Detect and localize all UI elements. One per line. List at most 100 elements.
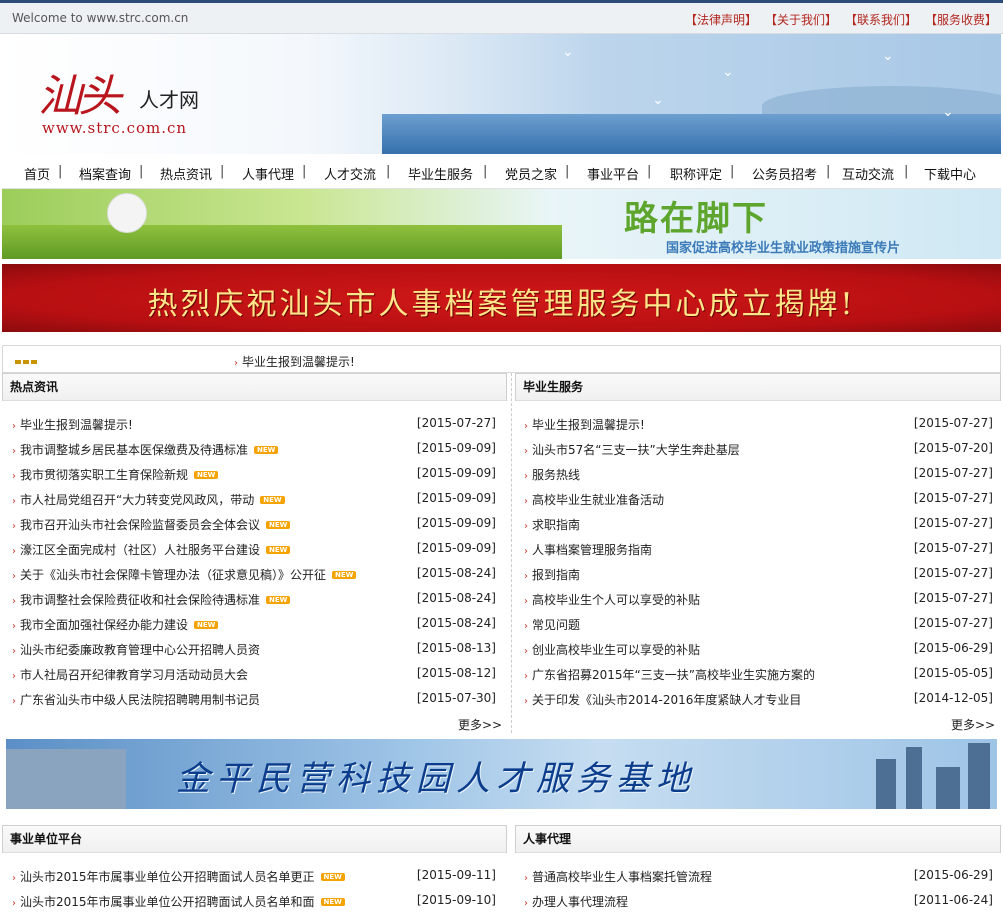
nav-hot-news[interactable]: 热点资讯 xyxy=(160,164,212,183)
policy-promo-banner[interactable]: 路在脚下 国家促进高校毕业生就业政策措施宣传片 xyxy=(2,189,1001,259)
list-item-link[interactable]: › 高校毕业生个人可以享受的补贴 xyxy=(524,591,700,608)
list-item: › 我市贯彻落实职工生育保险新规 NEW [2015-09-09] xyxy=(2,466,502,491)
nav-title-evaluation[interactable]: 职称评定 xyxy=(670,164,722,183)
list-item-link[interactable]: › 汕头市纪委廉政教育管理中心公开招聘人员资 xyxy=(12,641,260,658)
nav-separator: | xyxy=(220,164,225,179)
list-item-date: [2015-05-05] xyxy=(913,666,993,680)
site-header-banner: ⌄ ⌄ ⌄ ⌄ ⌄ 汕头 人才网 www.strc.com.cn xyxy=(2,34,1001,154)
hot-news-title: 热点资讯 xyxy=(3,374,506,401)
list-item: › 汕头市2015年市属事业单位公开招聘面试人员名单更正 NEW [2015-09-1… xyxy=(2,868,502,893)
list-item-title: 服务热线 xyxy=(532,468,581,482)
list-item-link[interactable]: › 汕头市57名“三支一扶”大学生奔赴基层 xyxy=(524,441,740,458)
list-item-link[interactable]: › 高校毕业生就业准备活动 xyxy=(524,491,664,508)
gull-icon: ⌄ xyxy=(882,48,894,64)
contact-link[interactable]: 【联系我们】 xyxy=(845,11,917,28)
list-item-link[interactable]: › 毕业生报到温馨提示! xyxy=(524,416,645,433)
nav-civil-service[interactable]: 公务员招考 xyxy=(752,164,817,183)
list-item-title: 我市召开汕头市社会保险监督委员会全体会议 xyxy=(20,518,261,532)
notice-link[interactable]: › 毕业生报到温馨提示! xyxy=(234,353,355,370)
list-item-title: 关于印发《汕头市2014-2016年度紧缺人才专业目 xyxy=(532,693,802,707)
nav-separator: | xyxy=(483,164,488,179)
tech-park-banner[interactable]: 金平民营科技园人才服务基地 xyxy=(6,739,997,809)
gull-icon: ⌄ xyxy=(722,64,734,80)
list-item-date: [2015-09-09] xyxy=(416,466,496,480)
about-link[interactable]: 【关于我们】 xyxy=(765,11,837,28)
arrow-icon: › xyxy=(12,471,16,482)
nav-downloads[interactable]: 下载中心 xyxy=(924,164,976,183)
nav-hr-agency[interactable]: 人事代理 xyxy=(242,164,294,183)
nav-career-platform[interactable]: 事业平台 xyxy=(587,164,639,183)
list-item-link[interactable]: › 广东省汕头市中级人民法院招聘聘用制书记员 xyxy=(12,691,260,708)
list-item-link[interactable]: › 汕头市2015年市属事业单位公开招聘面试人员名单和面 NEW xyxy=(12,893,345,910)
list-item-link[interactable]: › 关于印发《汕头市2014-2016年度紧缺人才专业目 xyxy=(524,691,801,708)
list-item-link[interactable]: › 我市调整社会保险费征收和社会保险待遇标准 NEW xyxy=(12,591,291,608)
graduate-more[interactable]: 更多>> xyxy=(951,716,995,733)
list-item-title: 汕头市纪委廉政教育管理中心公开招聘人员资 xyxy=(20,643,261,657)
nav-separator: | xyxy=(386,164,391,179)
list-item: › 市人社局党组召开“大力转变党风政风，带动 NEW [2015-09-09] xyxy=(2,491,502,516)
list-item-link[interactable]: › 我市召开汕头市社会保险监督委员会全体会议 NEW xyxy=(12,516,291,533)
tech-park-text: 金平民营科技园人才服务基地 xyxy=(176,759,696,799)
arrow-icon: › xyxy=(524,471,528,482)
list-item: › 普通高校毕业生人事档案托管流程 [2015-06-29] xyxy=(514,868,999,893)
list-item: › 关于《汕头市社会保障卡管理办法（征求意见稿）》公开征 NEW [2015-08-2… xyxy=(2,566,502,591)
list-item-title: 关于《汕头市社会保障卡管理办法（征求意见稿）》公开征 xyxy=(20,568,327,582)
list-item-link[interactable]: › 汕头市2015年市属事业单位公开招聘面试人员名单更正 NEW xyxy=(12,868,345,885)
welcome-text: Welcome to www.strc.com.cn xyxy=(12,11,189,25)
fees-link[interactable]: 【服务收费】 xyxy=(925,11,997,28)
list-item: › 高校毕业生就业准备活动 [2015-07-27] xyxy=(514,491,999,516)
arrow-icon: › xyxy=(524,421,528,432)
hot-news-more[interactable]: 更多>> xyxy=(458,716,502,733)
gull-icon: ⌄ xyxy=(942,104,954,120)
list-item-link[interactable]: › 服务热线 xyxy=(524,466,580,483)
list-item-link[interactable]: › 求职指南 xyxy=(524,516,580,533)
list-item-link[interactable]: › 报到指南 xyxy=(524,566,580,583)
column-divider xyxy=(511,373,513,733)
list-item-link[interactable]: › 毕业生报到温馨提示! xyxy=(12,416,133,433)
nav-interaction[interactable]: 互动交流 xyxy=(842,164,894,183)
arrow-icon: › xyxy=(12,621,16,632)
list-item-link[interactable]: › 市人社局党组召开“大力转变党风政风，带动 NEW xyxy=(12,491,285,508)
nav-home[interactable]: 首页 xyxy=(24,164,50,183)
list-item: › 濠江区全面完成村（社区）人社服务平台建设 NEW [2015-09-09] xyxy=(2,541,502,566)
arrow-icon: › xyxy=(524,596,528,607)
top-links: 【法律声明】 【关于我们】 【联系我们】 【服务收费】 xyxy=(685,11,997,28)
nav-archive-query[interactable]: 档案查询 xyxy=(79,164,131,183)
site-url: www.strc.com.cn xyxy=(42,119,188,137)
list-item: › 办理人事代理流程 [2011-06-24] xyxy=(514,893,999,918)
list-item-link[interactable]: › 我市调整城乡居民基本医保缴费及待遇标准 NEW xyxy=(12,441,279,458)
nav-separator: | xyxy=(647,164,652,179)
list-item-link[interactable]: › 普通高校毕业生人事档案托管流程 xyxy=(524,868,712,885)
nav-party-home[interactable]: 党员之家 xyxy=(505,164,557,183)
list-item-link[interactable]: › 创业高校毕业生可以享受的补贴 xyxy=(524,641,700,658)
list-item-link[interactable]: › 常见问题 xyxy=(524,616,580,633)
arrow-icon: › xyxy=(524,696,528,707)
building-shape xyxy=(876,759,896,809)
celebration-text: 热烈庆祝汕头市人事档案管理服务中心成立揭牌! xyxy=(147,287,856,322)
list-item-link[interactable]: › 我市贯彻落实职工生育保险新规 NEW xyxy=(12,466,219,483)
arrow-icon: › xyxy=(12,496,16,507)
site-logo[interactable]: 汕头 xyxy=(38,60,122,124)
list-item-link[interactable]: › 办理人事代理流程 xyxy=(524,893,628,910)
nav-talent-exchange[interactable]: 人才交流 xyxy=(324,164,376,183)
list-item: › 毕业生报到温馨提示! [2015-07-27] xyxy=(514,416,999,441)
list-item-date: [2015-09-09] xyxy=(416,516,496,530)
list-item-link[interactable]: › 人事档案管理服务指南 xyxy=(524,541,652,558)
notice-bar: › 毕业生报到温馨提示! xyxy=(2,345,1001,373)
list-item-link[interactable]: › 关于《汕头市社会保障卡管理办法（征求意见稿）》公开征 NEW xyxy=(12,566,357,583)
arrow-icon: › xyxy=(12,696,16,707)
site-logo-subtitle: 人才网 xyxy=(139,88,199,112)
arrow-icon: › xyxy=(524,521,528,532)
legal-link[interactable]: 【法律声明】 xyxy=(685,11,757,28)
list-item-link[interactable]: › 广东省招募2015年“三支一扶”高校毕业生实施方案的 xyxy=(524,666,815,683)
nav-graduate-service[interactable]: 毕业生服务 xyxy=(408,164,473,183)
celebration-banner[interactable]: 热烈庆祝汕头市人事档案管理服务中心成立揭牌! xyxy=(2,264,1001,332)
list-item-date: [2014-12-05] xyxy=(913,691,993,705)
building-shape xyxy=(6,749,126,809)
list-item: › 我市调整社会保险费征收和社会保险待遇标准 NEW [2015-08-24] xyxy=(2,591,502,616)
list-item-link[interactable]: › 濠江区全面完成村（社区）人社服务平台建设 NEW xyxy=(12,541,291,558)
list-item-date: [2015-08-24] xyxy=(416,566,496,580)
list-item: › 报到指南 [2015-07-27] xyxy=(514,566,999,591)
list-item-link[interactable]: › 我市全面加强社保经办能力建设 NEW xyxy=(12,616,219,633)
list-item-link[interactable]: › 市人社局召开纪律教育学习月活动动员大会 xyxy=(12,666,248,683)
